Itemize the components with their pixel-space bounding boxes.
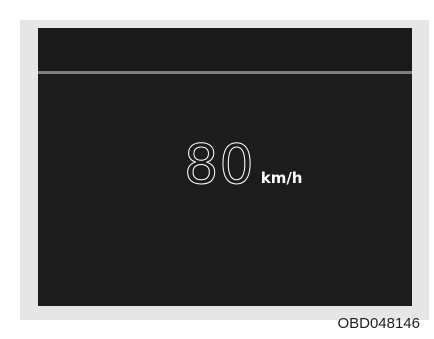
figure-code-label: OBD048146 [337,315,420,332]
speed-value: 80 [184,133,255,196]
speed-readout: 80 km/h [184,133,303,196]
cluster-display-panel: 80 km/h [38,28,412,306]
speed-unit: km/h [260,169,303,187]
display-divider-line [38,71,412,74]
display-top-strip [38,28,412,72]
